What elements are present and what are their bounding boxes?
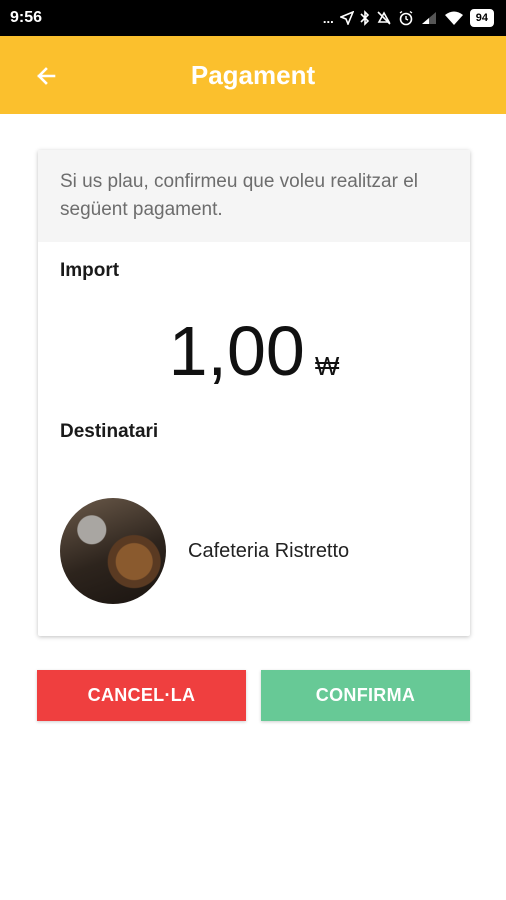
back-button[interactable]: [26, 56, 66, 96]
do-not-disturb-icon: [376, 10, 392, 26]
recipient-label: Destinatari: [60, 421, 159, 442]
currency-symbol: ₩: [314, 351, 340, 381]
battery-icon: 94: [469, 9, 494, 27]
amount-display: 1,00 ₩: [38, 310, 470, 392]
amount-value: 1,00: [168, 312, 305, 390]
payment-card: Si us plau, confirmeu que voleu realitza…: [38, 150, 470, 636]
page-title: Pagament: [190, 59, 316, 90]
status-bar: 9:56 ... 94: [0, 0, 506, 36]
bluetooth-icon: [360, 10, 370, 26]
alarm-icon: [398, 10, 414, 26]
wifi-icon: [444, 11, 464, 25]
recipient: Cafeteria Ristretto: [60, 498, 349, 604]
confirmation-message: Si us plau, confirmeu que voleu realitza…: [38, 150, 470, 242]
signal-icon: [420, 11, 438, 25]
arrow-back-icon: [37, 67, 56, 85]
confirm-button[interactable]: CONFIRMA: [261, 670, 470, 721]
notification-dots-icon: ...: [322, 10, 334, 26]
amount-label: Import: [60, 260, 120, 281]
app-bar: Pagament: [0, 36, 506, 114]
recipient-name: Cafeteria Ristretto: [188, 539, 350, 562]
location-icon: [339, 11, 354, 25]
status-time: 9:56: [10, 9, 43, 26]
recipient-avatar: [60, 498, 166, 604]
status-icons: ... 94: [323, 9, 494, 27]
cancel-button[interactable]: CANCEL·LA: [37, 670, 246, 721]
